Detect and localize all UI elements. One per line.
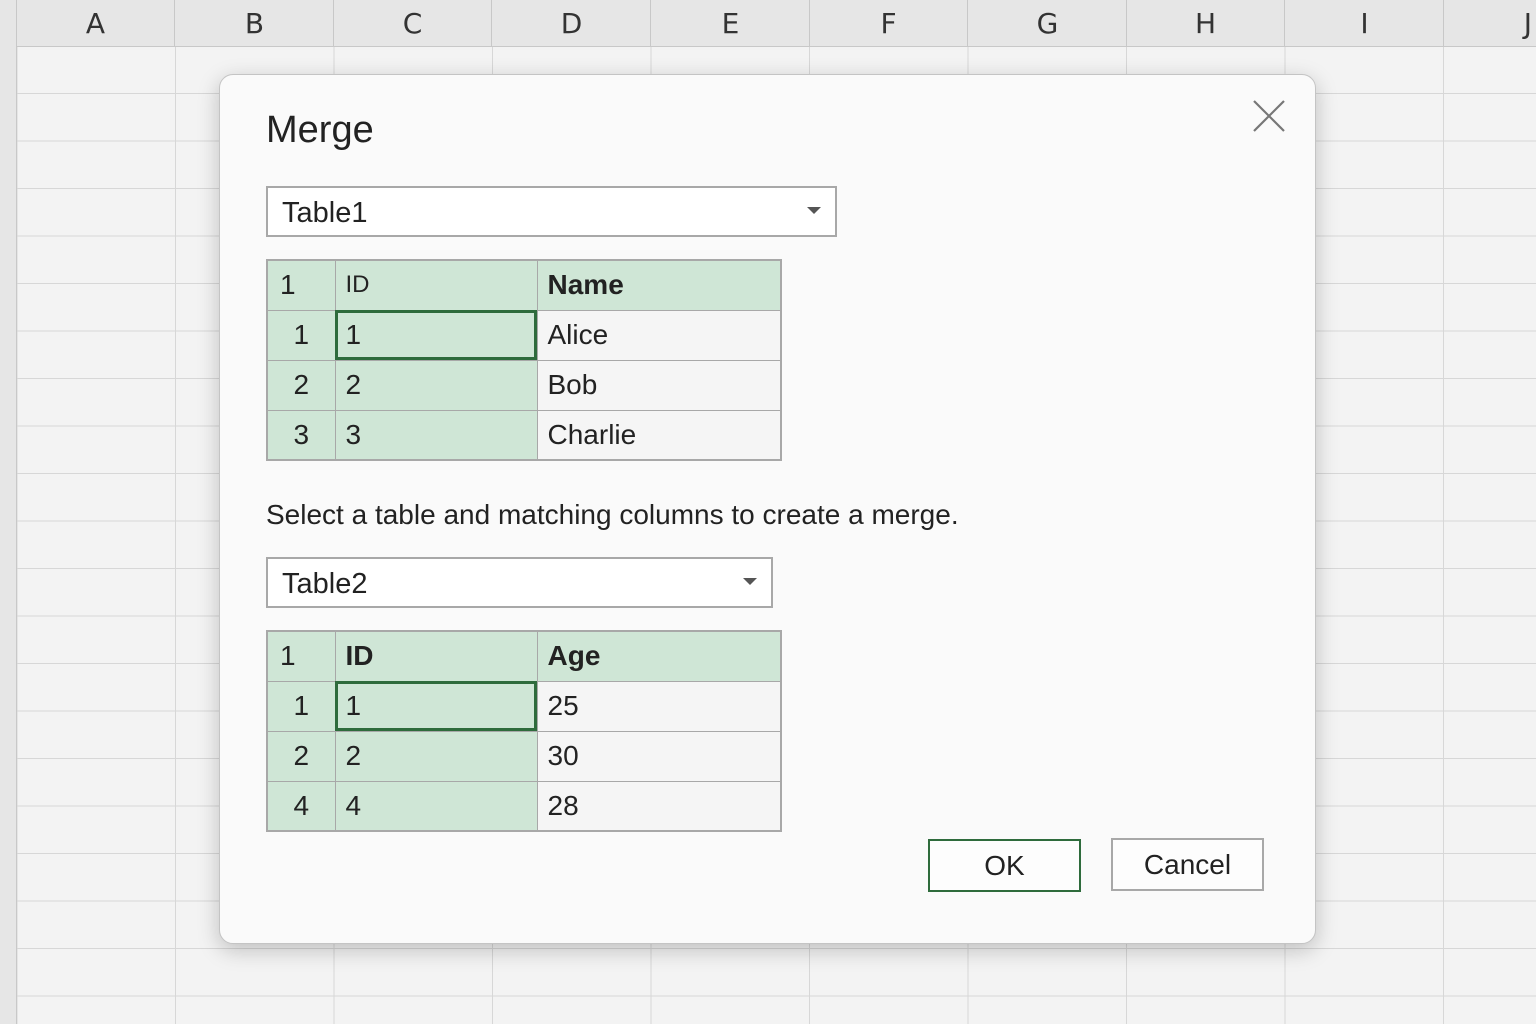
- name-cell[interactable]: Bob: [536, 359, 782, 411]
- merge-dialog: Merge Table1 1 ID Name 1 1 Alice 2 2 Bob…: [219, 74, 1316, 944]
- column-header-i[interactable]: I: [1286, 0, 1444, 46]
- column-header-d[interactable]: D: [493, 0, 651, 46]
- column-header-g[interactable]: G: [969, 0, 1127, 46]
- column-header-f[interactable]: F: [810, 0, 968, 46]
- id-cell[interactable]: 4: [334, 780, 538, 832]
- select-all-corner[interactable]: [0, 0, 17, 46]
- id-cell-selected[interactable]: 1: [334, 309, 538, 361]
- id-cell[interactable]: 2: [334, 730, 538, 782]
- chevron-down-icon: [807, 207, 821, 214]
- column-header-j[interactable]: J: [1444, 0, 1536, 46]
- table-header-row: 1 ID Age: [266, 630, 782, 682]
- primary-table-dropdown[interactable]: Table1: [266, 186, 837, 237]
- primary-table-preview: 1 ID Name 1 1 Alice 2 2 Bob 3 3 Charlie: [266, 259, 782, 461]
- secondary-table-dropdown[interactable]: Table2: [266, 557, 773, 608]
- row-header-column: [0, 46, 17, 1024]
- close-icon: [1253, 100, 1285, 132]
- row-index: 2: [266, 359, 336, 411]
- column-header-b[interactable]: B: [176, 0, 334, 46]
- age-cell[interactable]: 25: [536, 680, 782, 732]
- cancel-button[interactable]: Cancel: [1111, 838, 1264, 891]
- age-cell[interactable]: 28: [536, 780, 782, 832]
- table-row: 3 3 Charlie: [266, 409, 782, 461]
- column-header-c[interactable]: C: [334, 0, 492, 46]
- row-index: 2: [266, 730, 336, 782]
- row-index: 3: [266, 409, 336, 461]
- name-cell[interactable]: Charlie: [536, 409, 782, 461]
- secondary-table-selected: Table2: [282, 568, 368, 600]
- row-index: 4: [266, 780, 336, 832]
- column-header-id[interactable]: ID: [334, 630, 538, 682]
- header-index: 1: [266, 259, 336, 311]
- chevron-down-icon: [743, 578, 757, 585]
- table-header-row: 1 ID Name: [266, 259, 782, 311]
- column-header-e[interactable]: E: [652, 0, 810, 46]
- primary-table-selected: Table1: [282, 197, 368, 229]
- id-cell[interactable]: 2: [334, 359, 538, 411]
- row-index: 1: [266, 680, 336, 732]
- table-row: 2 2 Bob: [266, 359, 782, 411]
- column-header-h[interactable]: H: [1127, 0, 1285, 46]
- column-header-row: A B C D E F G H I J: [0, 0, 1536, 47]
- id-cell[interactable]: 3: [334, 409, 538, 461]
- id-cell-selected[interactable]: 1: [334, 680, 538, 732]
- merge-instruction: Select a table and matching columns to c…: [266, 499, 959, 530]
- header-index: 1: [266, 630, 336, 682]
- column-header-a[interactable]: A: [17, 0, 175, 46]
- secondary-table-preview: 1 ID Age 1 1 25 2 2 30 4 4 28: [266, 630, 782, 832]
- age-cell[interactable]: 30: [536, 730, 782, 782]
- column-header-age[interactable]: Age: [536, 630, 782, 682]
- close-button[interactable]: [1250, 97, 1288, 135]
- table-row: 2 2 30: [266, 730, 782, 782]
- name-cell[interactable]: Alice: [536, 309, 782, 361]
- dialog-title: Merge: [266, 109, 374, 151]
- ok-button[interactable]: OK: [928, 839, 1081, 892]
- table-row: 4 4 28: [266, 780, 782, 832]
- table-row: 1 1 25: [266, 680, 782, 732]
- row-index: 1: [266, 309, 336, 361]
- column-header-name[interactable]: Name: [536, 259, 782, 311]
- table-row: 1 1 Alice: [266, 309, 782, 361]
- column-header-id[interactable]: ID: [334, 259, 538, 311]
